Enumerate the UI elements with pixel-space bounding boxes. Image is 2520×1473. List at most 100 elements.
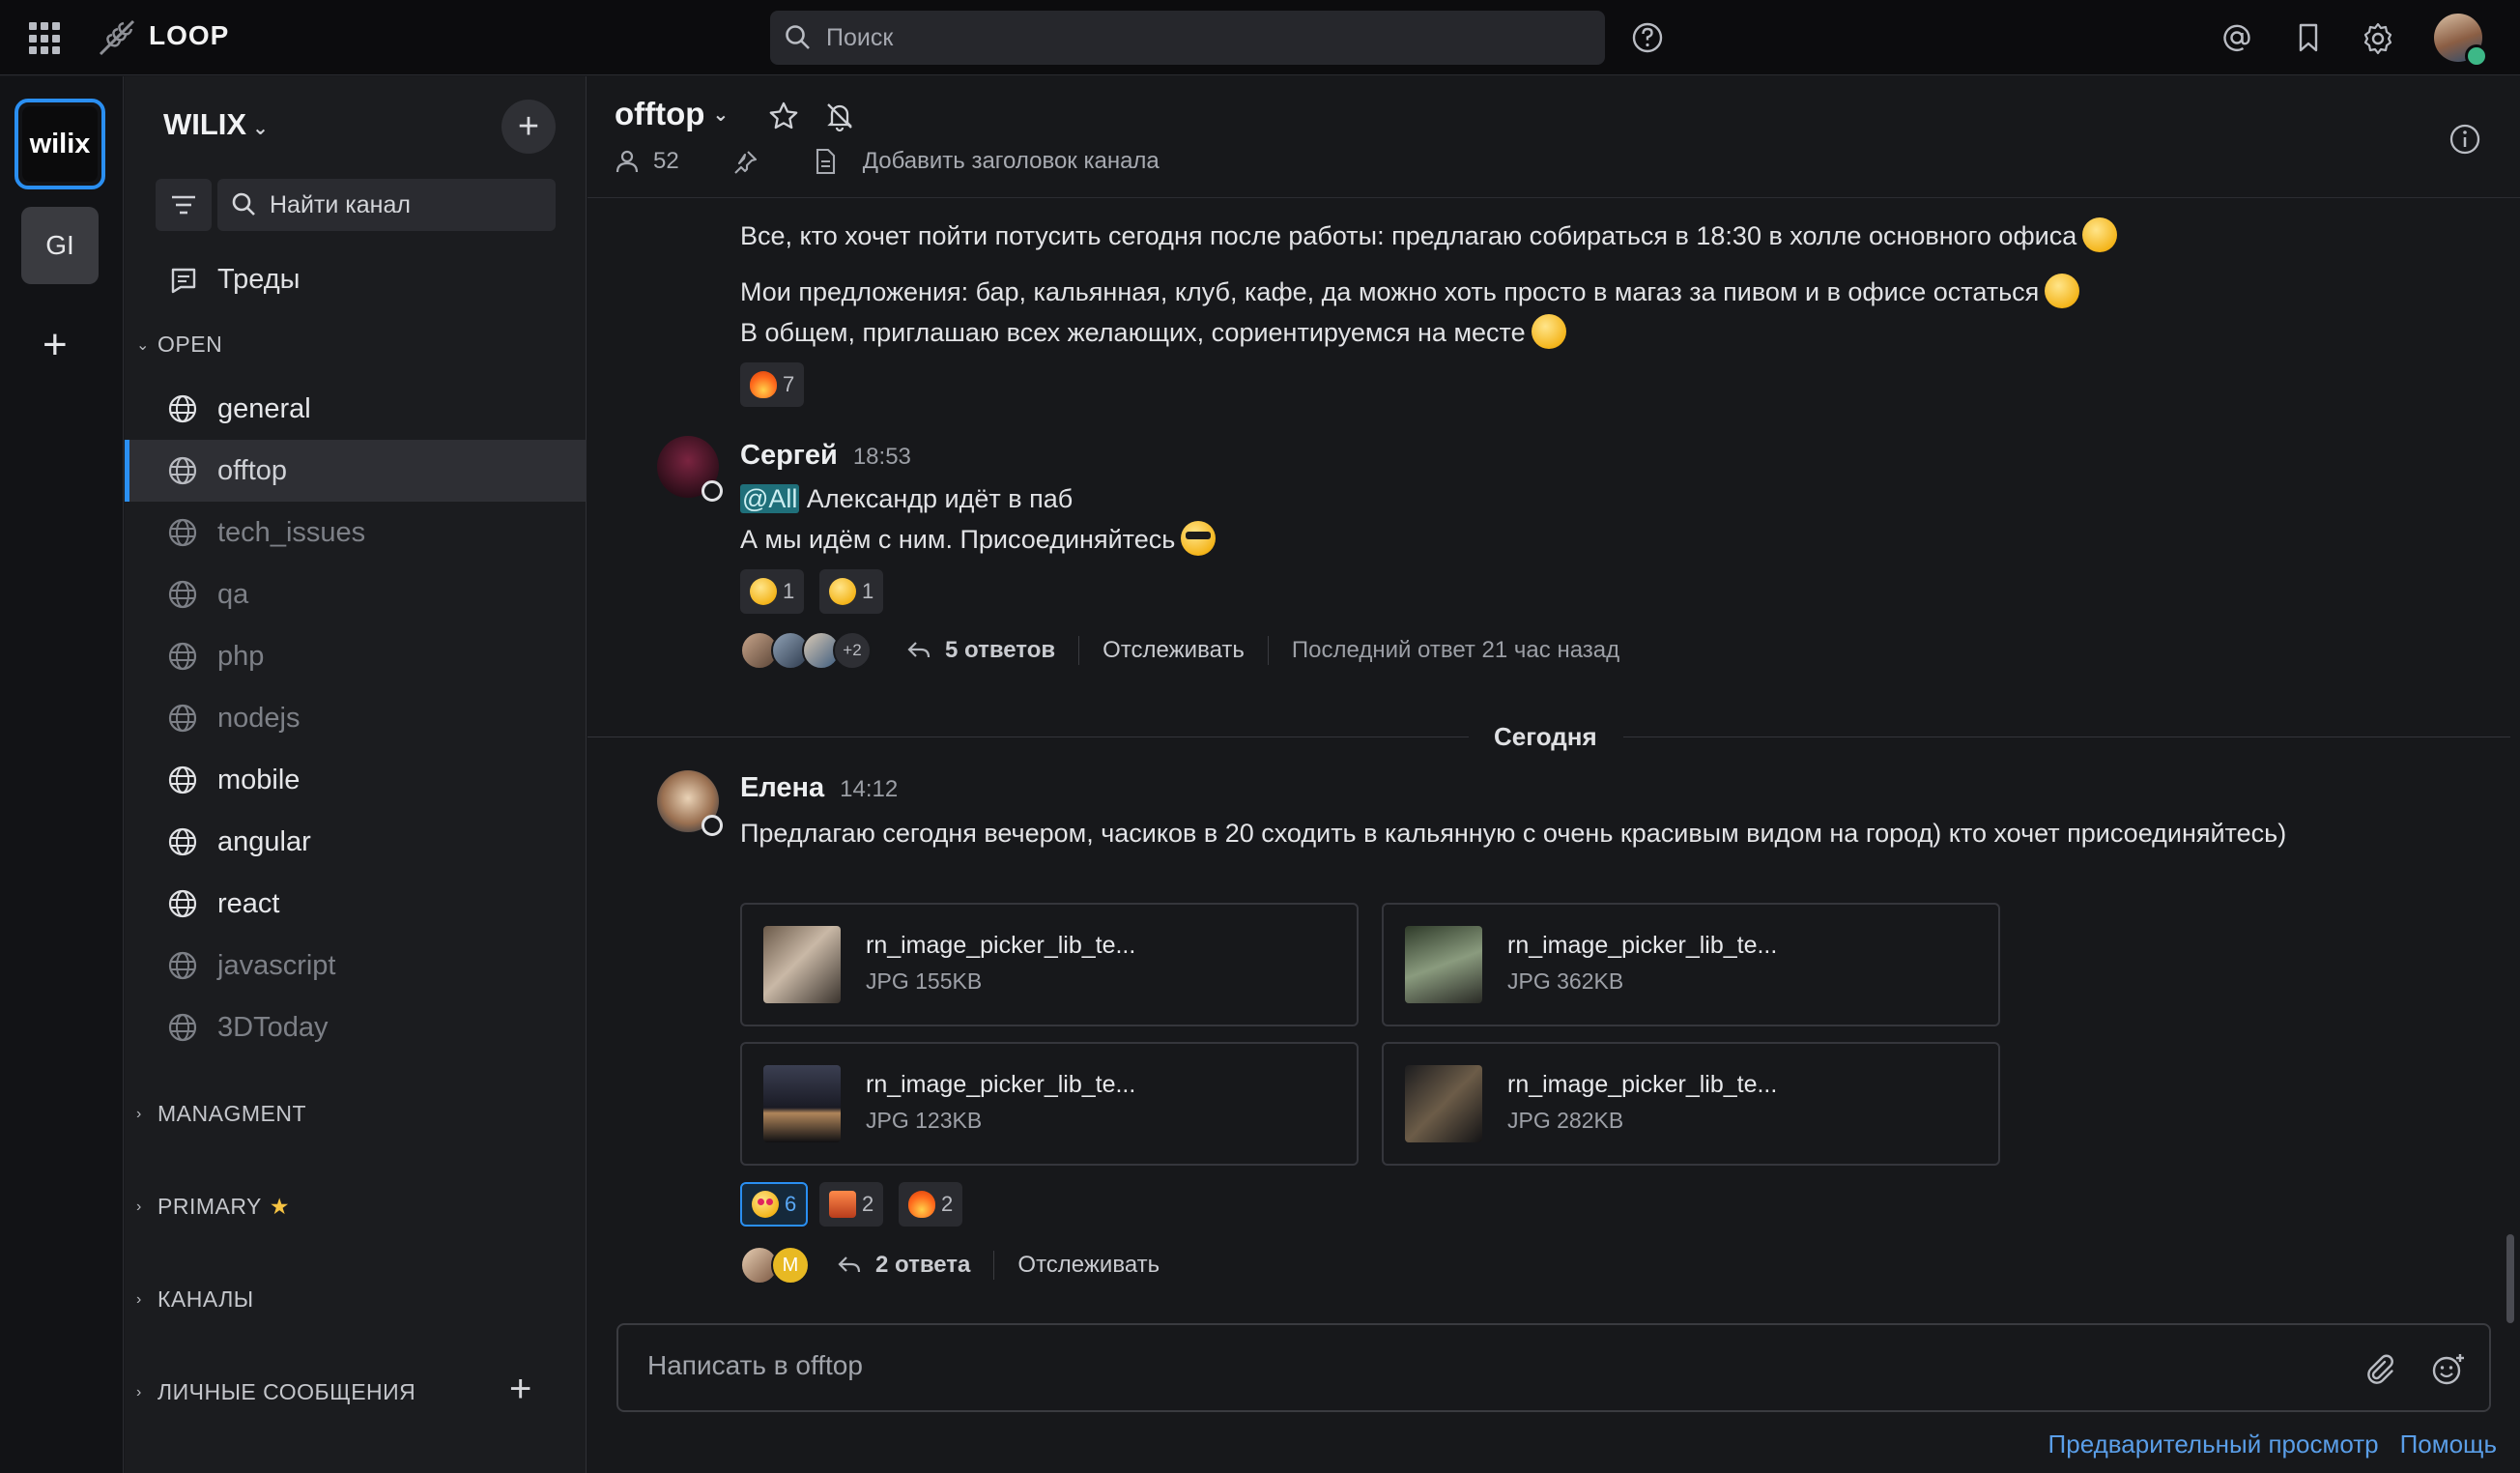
emoji-wink-icon	[1531, 314, 1566, 349]
section-managment[interactable]: › MANAGMENT	[136, 1101, 306, 1127]
follow-link[interactable]: Отслеживать	[1017, 1252, 1160, 1279]
mention-all[interactable]: @All	[740, 484, 800, 513]
replies-link[interactable]: 2 ответа	[837, 1252, 970, 1279]
threads-link[interactable]: Треды	[169, 264, 300, 296]
members-icon[interactable]	[615, 149, 640, 174]
saved-bookmark-icon[interactable]	[2292, 21, 2325, 54]
sidebar-item-label: javascript	[217, 949, 336, 981]
chevron-down-icon: ⌄	[252, 118, 269, 139]
globe-icon	[168, 765, 197, 794]
add-direct-message-icon[interactable]: +	[509, 1370, 531, 1408]
globe-icon	[168, 642, 197, 671]
file-attachment[interactable]: rn_image_picker_lib_te... JPG 123KB	[740, 1042, 1359, 1166]
section-primary[interactable]: › PRIMARY ★	[136, 1194, 290, 1220]
search-icon	[232, 192, 255, 216]
message-line: @All Александр идёт в паб	[740, 484, 1074, 513]
add-team-icon[interactable]: +	[43, 324, 68, 366]
section-direct-messages[interactable]: › ЛИЧНЫЕ СООБЩЕНИЯ	[136, 1379, 415, 1405]
reply-icon	[838, 1256, 861, 1273]
info-icon[interactable]	[2448, 123, 2481, 156]
sidebar-item-nodejs[interactable]: nodejs	[125, 687, 587, 749]
sidebar-item-qa[interactable]: qa	[125, 563, 587, 625]
sidebar-item-javascript[interactable]: javascript	[125, 935, 587, 996]
thread-summary: +2 5 ответов Отслеживать Последний ответ…	[740, 631, 1619, 670]
sidebar-item-label: mobile	[217, 764, 301, 795]
replies-link[interactable]: 5 ответов	[906, 637, 1055, 664]
message-scrollbar[interactable]	[2506, 1234, 2514, 1323]
reaction-sad[interactable]: 1	[819, 569, 884, 614]
mute-bell-icon[interactable]	[823, 100, 856, 132]
globe-icon	[168, 580, 197, 609]
sidebar-item-react[interactable]: react	[125, 873, 587, 935]
message-input[interactable]	[647, 1350, 2367, 1389]
app-name: LOOP	[149, 20, 230, 50]
attachment-icon[interactable]	[2362, 1352, 2396, 1387]
channel-view: offtop ⌄ 52 Добавить заголовок канала Все…	[587, 76, 2520, 1473]
chevron-down-icon: ⌄	[712, 103, 730, 126]
emoji-blush-icon	[2082, 217, 2118, 252]
message-author: Сергей 18:53	[740, 440, 911, 471]
sad-emoji-icon	[829, 578, 856, 605]
more-participants: +2	[833, 631, 872, 670]
mentions-icon[interactable]	[2220, 21, 2253, 54]
sidebar-item-offtop[interactable]: offtop	[125, 440, 587, 502]
message-line: Мои предложения: бар, кальянная, клуб, к…	[740, 274, 2080, 308]
composer-footer: Предварительный просмотр Помощь	[2048, 1430, 2497, 1459]
sidebar-item-3dtoday[interactable]: 3DToday	[125, 996, 587, 1058]
chevron-right-icon: ›	[136, 1290, 142, 1308]
message-line: В общем, приглашаю всех желающих, сориен…	[740, 314, 1566, 349]
add-channel-header-link[interactable]: Добавить заголовок канала	[863, 148, 1160, 175]
reaction-grin[interactable]: 1	[740, 569, 805, 614]
global-search[interactable]	[770, 11, 1605, 65]
pin-icon[interactable]	[733, 149, 759, 174]
file-attachment[interactable]: rn_image_picker_lib_te... JPG 155KB	[740, 903, 1359, 1026]
sidebar-item-tech_issues[interactable]: tech_issues	[125, 502, 587, 563]
section-open[interactable]: ⌄ OPEN	[136, 332, 222, 358]
sidebar-item-label: tech_issues	[217, 516, 366, 548]
globe-icon	[168, 518, 197, 547]
settings-gear-icon[interactable]	[2361, 21, 2395, 56]
reaction-heart-eyes[interactable]: 6	[740, 1182, 809, 1227]
star-icon: ★	[269, 1194, 291, 1219]
reaction-city[interactable]: 2	[819, 1182, 884, 1227]
avatar[interactable]	[657, 436, 723, 502]
team-menu[interactable]: WILIX ⌄	[163, 107, 269, 142]
reaction-fire[interactable]: 7	[740, 362, 805, 407]
file-attachment[interactable]: rn_image_picker_lib_te... JPG 282KB	[1382, 1042, 2000, 1166]
channel-search[interactable]	[217, 179, 556, 231]
channel-header: offtop ⌄ 52 Добавить заголовок канала	[587, 76, 2520, 198]
sidebar-item-php[interactable]: php	[125, 625, 587, 687]
globe-icon	[168, 889, 197, 918]
preview-link[interactable]: Предварительный просмотр	[2048, 1430, 2379, 1459]
favorite-star-icon[interactable]	[767, 100, 800, 132]
channel-title[interactable]: offtop ⌄	[615, 96, 729, 132]
file-icon[interactable]	[813, 148, 838, 175]
help-icon[interactable]	[1631, 21, 1664, 54]
follow-link[interactable]: Отслеживать	[1102, 637, 1245, 664]
file-attachment[interactable]: rn_image_picker_lib_te... JPG 362KB	[1382, 903, 2000, 1026]
thread-summary: M 2 ответа Отслеживать	[740, 1246, 1160, 1285]
reaction-fire[interactable]: 2	[899, 1182, 963, 1227]
app-grid-icon[interactable]	[29, 22, 62, 55]
help-link[interactable]: Помощь	[2400, 1430, 2497, 1459]
avatar[interactable]	[657, 770, 723, 836]
team-wilix[interactable]: wilix	[14, 99, 105, 189]
message-line: А мы идём с ним. Присоединяйтесь	[740, 521, 1217, 556]
sidebar-item-mobile[interactable]: mobile	[125, 749, 587, 811]
team-gi[interactable]: GI	[21, 207, 99, 284]
channel-sidebar: WILIX⌄ + Треды ⌄OPEN general offtop tech_i…	[125, 76, 587, 1473]
sidebar-item-angular[interactable]: angular	[125, 811, 587, 873]
channel-filter-button[interactable]	[156, 179, 212, 231]
sidebar-item-general[interactable]: general	[125, 378, 587, 440]
message-line: Все, кто хочет пойти потусить сегодня по…	[740, 217, 2118, 252]
member-count[interactable]: 52	[653, 148, 679, 175]
search-input[interactable]	[826, 11, 1580, 65]
globe-icon	[168, 704, 197, 733]
user-avatar[interactable]	[2434, 14, 2488, 68]
channel-search-input[interactable]	[270, 179, 540, 231]
add-channel-button[interactable]: +	[501, 100, 556, 154]
section-channels[interactable]: › КАНАЛЫ	[136, 1286, 254, 1313]
status-icon	[702, 480, 723, 502]
emoji-picker-icon[interactable]	[2431, 1352, 2466, 1387]
chevron-down-icon: ⌄	[136, 336, 150, 354]
